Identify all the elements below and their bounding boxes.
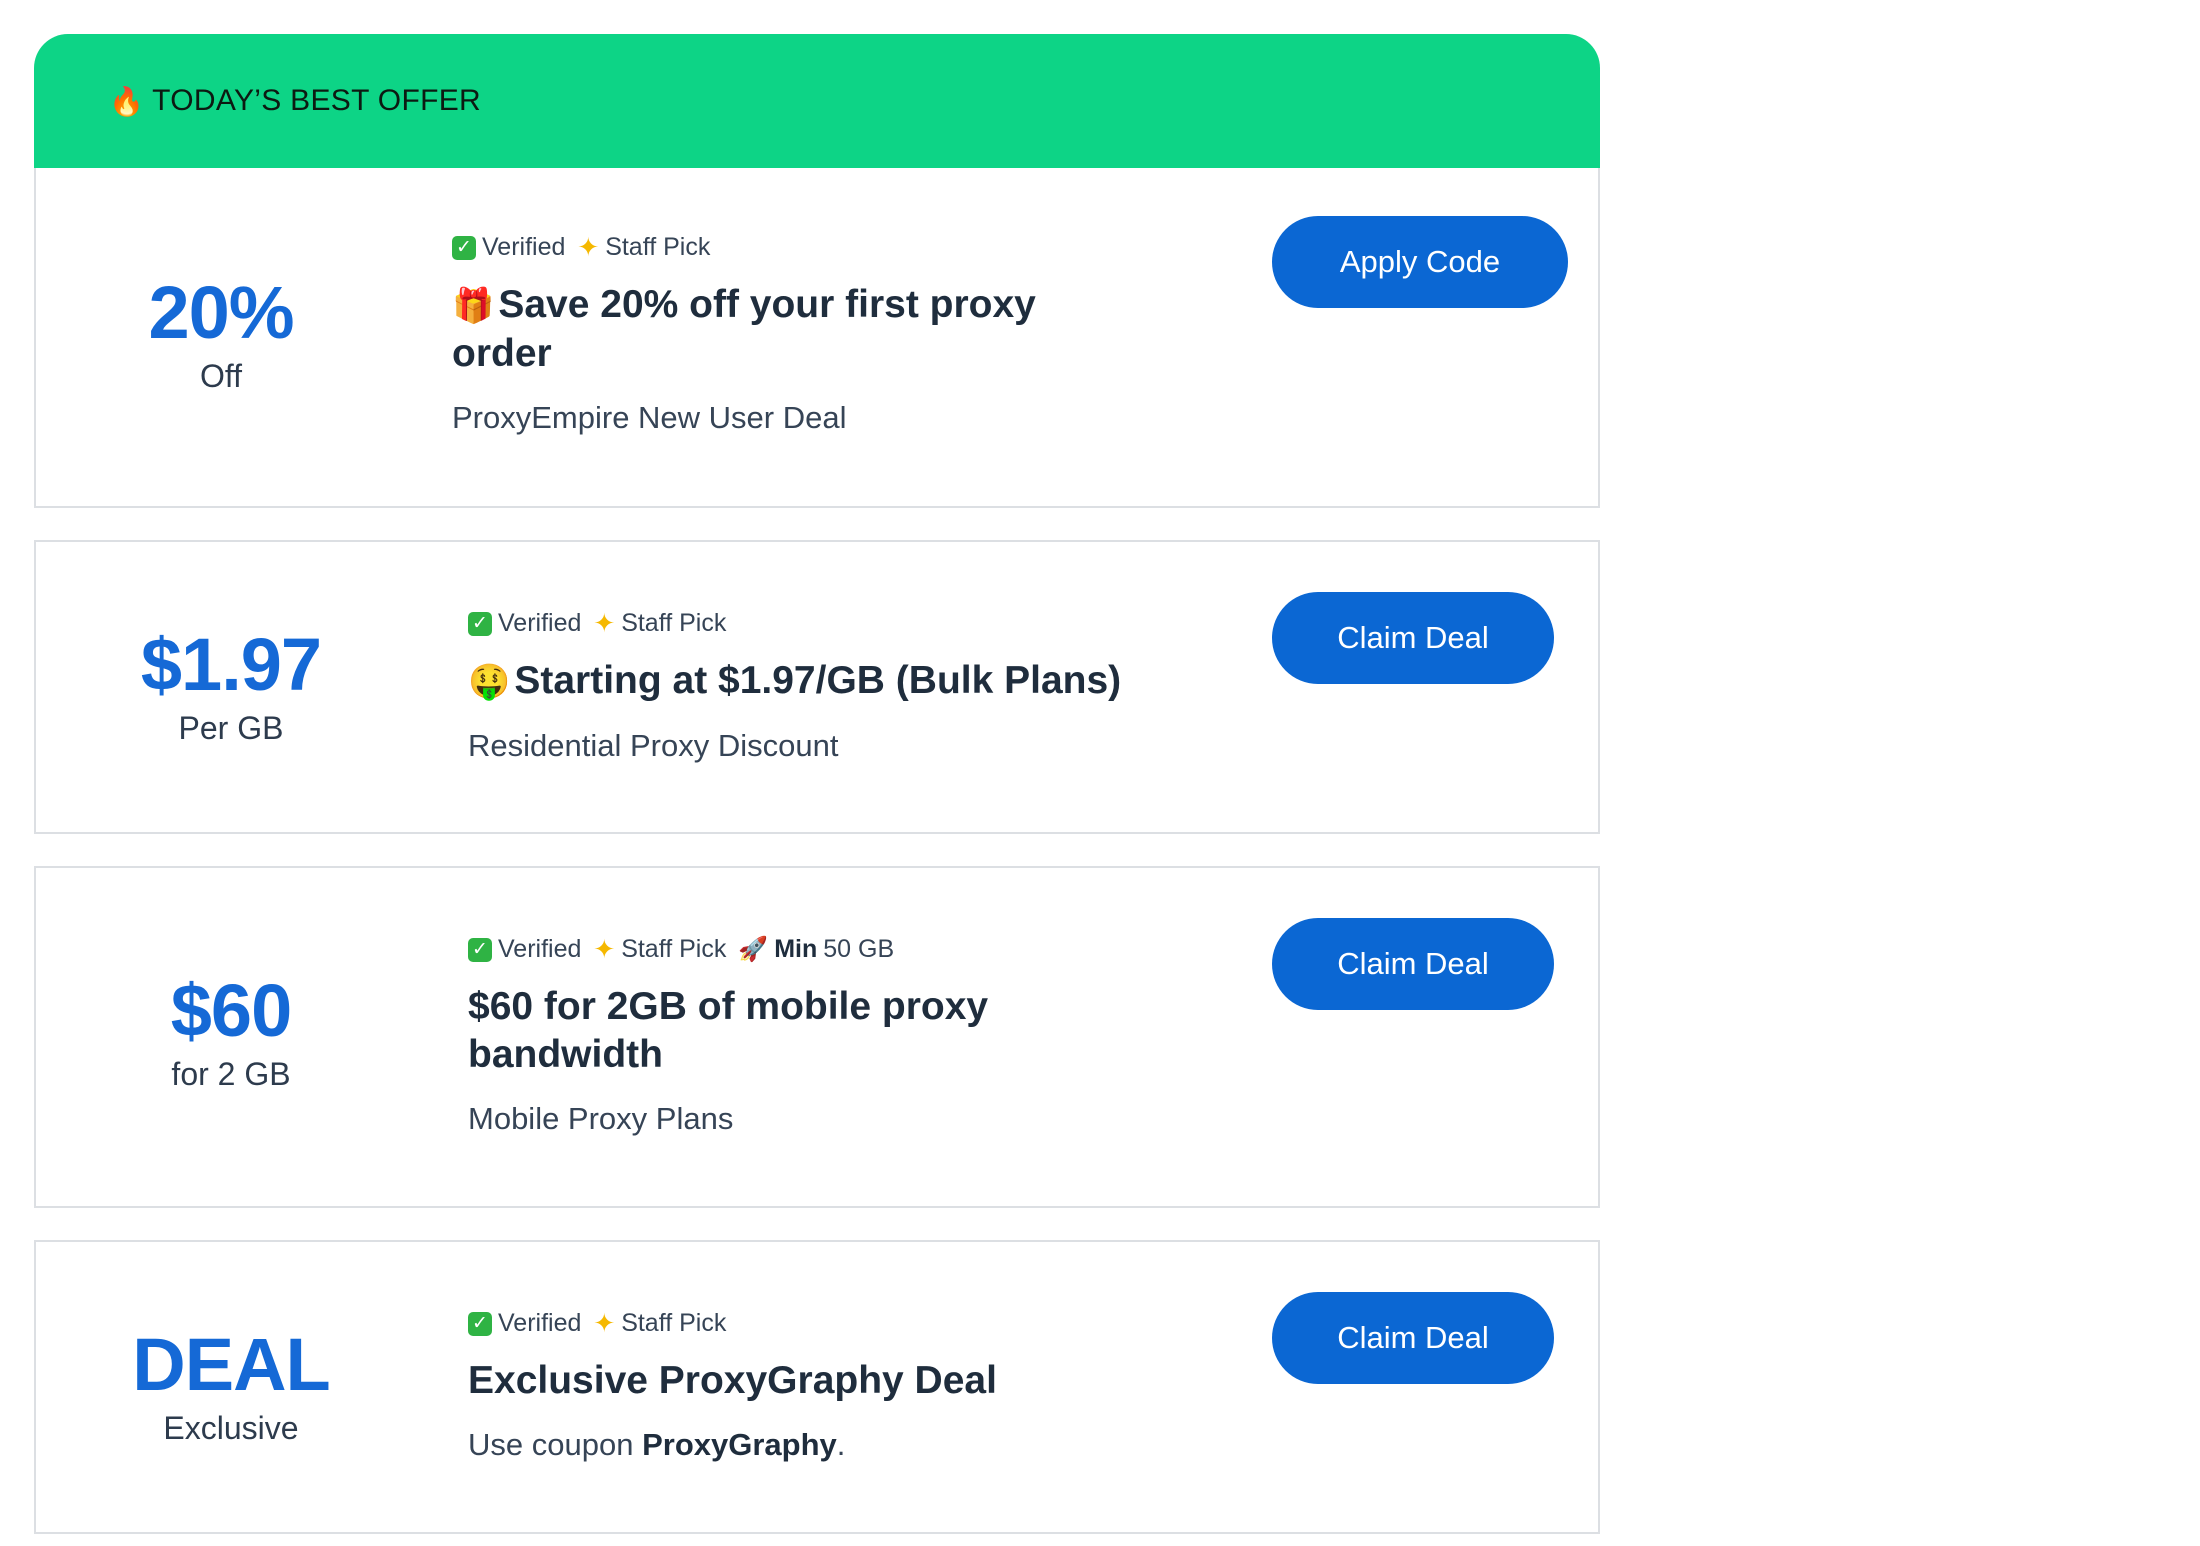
star-icon: ✦ xyxy=(593,934,616,964)
offer-card: $60 for 2 GB ✓ Verified ✦ Staff Pick 🚀 M… xyxy=(34,866,1600,1208)
money-mouth-face-icon: 🤑 xyxy=(468,663,511,701)
offer-amount-value: $1.97 xyxy=(140,623,322,706)
offer-amount-value: DEAL xyxy=(132,1323,330,1406)
offer-subtitle: Mobile Proxy Plans xyxy=(468,1101,734,1136)
min-value: 50 GB xyxy=(823,935,895,963)
offer-subtitle: Residential Proxy Discount xyxy=(468,728,839,763)
verified-label: Verified xyxy=(498,1309,582,1337)
offer-title: 🤑 Starting at $1.97/GB (Bulk Plans) xyxy=(468,659,1122,702)
offer-details: ✓ Verified ✦ Staff Pick 🎁 Save 20% off yo… xyxy=(452,232,1092,436)
coupon-suffix: . xyxy=(836,1427,846,1462)
verified-check-icon: ✓ xyxy=(468,611,492,636)
verified-label: Verified xyxy=(498,609,582,637)
offer-amount-unit: Off xyxy=(199,358,243,394)
min-label: Min xyxy=(774,935,818,963)
verified-check-icon: ✓ xyxy=(468,937,492,962)
offer-details: ✓ Verified ✦ Staff Pick 🚀 Min 50 GB $60 … xyxy=(468,934,1088,1137)
offer-title: $60 for 2GB of mobile proxy bandwidth xyxy=(468,985,989,1076)
offer-amount-unit: for 2 GB xyxy=(171,1056,291,1092)
claim-deal-button[interactable]: Claim Deal xyxy=(1272,918,1554,1010)
offer-details: ✓ Verified ✦ Staff Pick 🤑 Starting at $1.… xyxy=(468,608,1228,764)
offer-tags: ✓ Verified ✦ Staff Pick xyxy=(468,1308,1228,1339)
offer-tags: ✓ Verified ✦ Staff Pick xyxy=(468,608,1228,639)
apply-code-button[interactable]: Apply Code xyxy=(1272,216,1568,308)
gift-icon: 🎁 xyxy=(452,287,495,325)
verified-check-icon: ✓ xyxy=(468,1311,492,1336)
offer-amount-unit: Per GB xyxy=(178,710,284,746)
offer-amount-value: 20% xyxy=(148,271,294,354)
staff-pick-label: Staff Pick xyxy=(621,935,727,963)
star-icon: ✦ xyxy=(593,608,616,638)
offer-subtitle: ProxyEmpire New User Deal xyxy=(452,400,847,435)
offers-list: 🔥 TODAY’S BEST OFFER 20% Off ✓ Verified … xyxy=(34,34,1600,1534)
verified-label: Verified xyxy=(482,233,566,261)
claim-deal-button[interactable]: Claim Deal xyxy=(1272,1292,1554,1384)
staff-pick-label: Staff Pick xyxy=(621,1309,727,1337)
coupon-prefix: Use coupon xyxy=(468,1427,634,1462)
offer-title: Exclusive ProxyGraphy Deal xyxy=(468,1359,997,1402)
offer-card: DEAL Exclusive ✓ Verified ✦ Staff Pick E… xyxy=(34,1240,1600,1534)
offer-amount: DEAL Exclusive xyxy=(116,1328,346,1447)
staff-pick-label: Staff Pick xyxy=(621,609,727,637)
verified-check-icon: ✓ xyxy=(452,235,476,260)
coupon-code: ProxyGraphy xyxy=(642,1427,837,1462)
star-icon: ✦ xyxy=(577,232,600,262)
offer-subtitle: Use coupon ProxyGraphy. xyxy=(468,1427,1228,1463)
offer-amount-unit: Exclusive xyxy=(163,1410,299,1446)
offer-amount: 20% Off xyxy=(106,276,336,395)
fire-icon: 🔥 xyxy=(109,85,145,117)
offer-details: ✓ Verified ✦ Staff Pick Exclusive ProxyG… xyxy=(468,1308,1228,1463)
offer-card: $1.97 Per GB ✓ Verified ✦ Staff Pick 🤑 St… xyxy=(34,540,1600,834)
offer-card: 20% Off ✓ Verified ✦ Staff Pick 🎁 Save 20… xyxy=(34,168,1600,508)
star-icon: ✦ xyxy=(593,1308,616,1338)
banner-label: TODAY’S BEST OFFER xyxy=(152,84,481,117)
staff-pick-label: Staff Pick xyxy=(605,233,711,261)
offer-amount: $1.97 Per GB xyxy=(116,628,346,747)
offer-tags: ✓ Verified ✦ Staff Pick 🚀 Min 50 GB xyxy=(468,934,1088,965)
offer-tags: ✓ Verified ✦ Staff Pick xyxy=(452,232,1092,263)
claim-deal-button[interactable]: Claim Deal xyxy=(1272,592,1554,684)
best-offer-banner: 🔥 TODAY’S BEST OFFER xyxy=(34,34,1600,168)
offer-amount: $60 for 2 GB xyxy=(116,974,346,1093)
rocket-icon: 🚀 xyxy=(738,936,769,963)
offer-amount-value: $60 xyxy=(170,969,292,1052)
offer-title: 🎁 Save 20% off your first proxy order xyxy=(452,283,1036,375)
verified-label: Verified xyxy=(498,935,582,963)
